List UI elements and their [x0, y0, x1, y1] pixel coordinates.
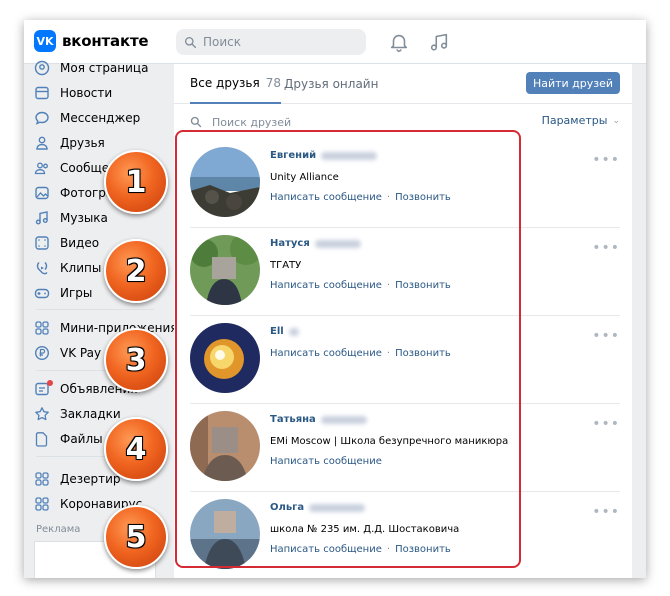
sidebar-item-label: Новости	[60, 86, 113, 100]
friends-list-highlight	[175, 130, 521, 568]
search-icon	[184, 36, 197, 48]
global-search-input[interactable]	[203, 35, 353, 49]
user-circle-icon	[34, 60, 50, 76]
more-icon[interactable]: •••	[592, 504, 620, 520]
tab-friends-online[interactable]: Друзья онлайн	[284, 64, 378, 104]
sidebar-divider	[36, 309, 154, 310]
clips-icon	[34, 260, 50, 276]
star-icon	[34, 406, 50, 422]
music-icon[interactable]	[428, 31, 450, 53]
sidebar-item-clips[interactable]: Клипы	[34, 257, 101, 279]
sidebar-item-files[interactable]: Файлы	[34, 428, 103, 450]
sidebar-item-label: VK Pay	[60, 346, 102, 360]
vk-logo-icon: VK	[34, 30, 56, 52]
step-badge: 4	[104, 417, 168, 481]
user-icon	[34, 135, 50, 151]
sidebar-item-label: Музыка	[60, 211, 108, 225]
sidebar-item-label: Игры	[60, 286, 93, 300]
parameters-label: Параметры	[541, 114, 608, 127]
more-icon[interactable]: •••	[592, 328, 620, 344]
sidebar-item-games[interactable]: Игры	[34, 282, 92, 304]
bell-icon[interactable]	[388, 31, 410, 53]
friends-tabs: Все друзья 78 Друзья онлайн Найти друзей	[174, 64, 632, 104]
step-badge: 1	[104, 150, 168, 214]
sidebar-item-label: Закладки	[60, 407, 121, 421]
vk-pay-icon	[34, 345, 50, 361]
more-icon[interactable]: •••	[592, 416, 620, 432]
file-icon	[34, 431, 50, 447]
friends-count: 78	[265, 76, 281, 90]
apps-icon	[34, 471, 50, 487]
ads-icon	[34, 380, 53, 397]
sidebar-item-label: Дезертир	[60, 472, 121, 486]
sidebar-item-vk-pay[interactable]: VK Pay	[34, 342, 101, 364]
sidebar-item-label: Файлы	[60, 432, 103, 446]
music-icon	[34, 210, 50, 226]
sidebar-item-label: Видео	[60, 236, 100, 250]
sidebar-item-music[interactable]: Музыка	[34, 207, 108, 229]
chevron-down-icon: ⌄	[612, 115, 620, 126]
vk-logo[interactable]: VK вконтакте	[34, 30, 149, 52]
video-icon	[34, 235, 50, 251]
news-icon	[34, 85, 50, 101]
parameters-dropdown[interactable]: Параметры ⌄	[542, 114, 620, 127]
gamepad-icon	[34, 285, 50, 301]
users-icon	[34, 160, 50, 176]
find-friends-button[interactable]: Найти друзей	[526, 72, 620, 94]
sidebar-item-messenger[interactable]: Мессенджер	[34, 107, 140, 129]
sidebar-item-dezertir[interactable]: Дезертир	[34, 468, 121, 490]
more-icon[interactable]: •••	[592, 152, 620, 168]
sidebar-item-friends[interactable]: Друзья	[34, 132, 105, 154]
more-icon[interactable]: •••	[592, 240, 620, 256]
sidebar-item-label: Моя страница	[60, 61, 149, 75]
left-sidebar: Моя страница Новости Мессенджер Друзья С…	[24, 60, 177, 578]
sidebar-item-label: Мессенджер	[60, 111, 141, 125]
apps-icon	[34, 320, 50, 336]
tab-label: Друзья онлайн	[284, 77, 379, 91]
sidebar-item-label: Клипы	[60, 261, 102, 275]
step-badge: 2	[104, 239, 168, 303]
sidebar-item-my-page[interactable]: Моя страница	[34, 57, 148, 79]
notification-dot	[47, 380, 53, 386]
sidebar-item-news[interactable]: Новости	[34, 82, 112, 104]
ads-label: Реклама	[36, 524, 81, 535]
tab-all-friends[interactable]: Все друзья 78	[190, 64, 281, 104]
search-icon	[190, 116, 202, 128]
step-badge: 5	[104, 505, 168, 569]
step-badge: 3	[104, 328, 168, 392]
apps-icon	[34, 496, 50, 512]
chat-bubble-icon	[34, 110, 50, 126]
photo-icon	[34, 185, 50, 201]
sidebar-item-video[interactable]: Видео	[34, 232, 99, 254]
sidebar-item-bookmarks[interactable]: Закладки	[34, 403, 121, 425]
sidebar-item-label: Друзья	[60, 136, 105, 150]
logo-text: вконтакте	[62, 32, 149, 50]
global-search[interactable]	[176, 29, 366, 55]
tab-label: Все друзья	[190, 76, 260, 90]
friends-search-input[interactable]	[212, 115, 412, 129]
